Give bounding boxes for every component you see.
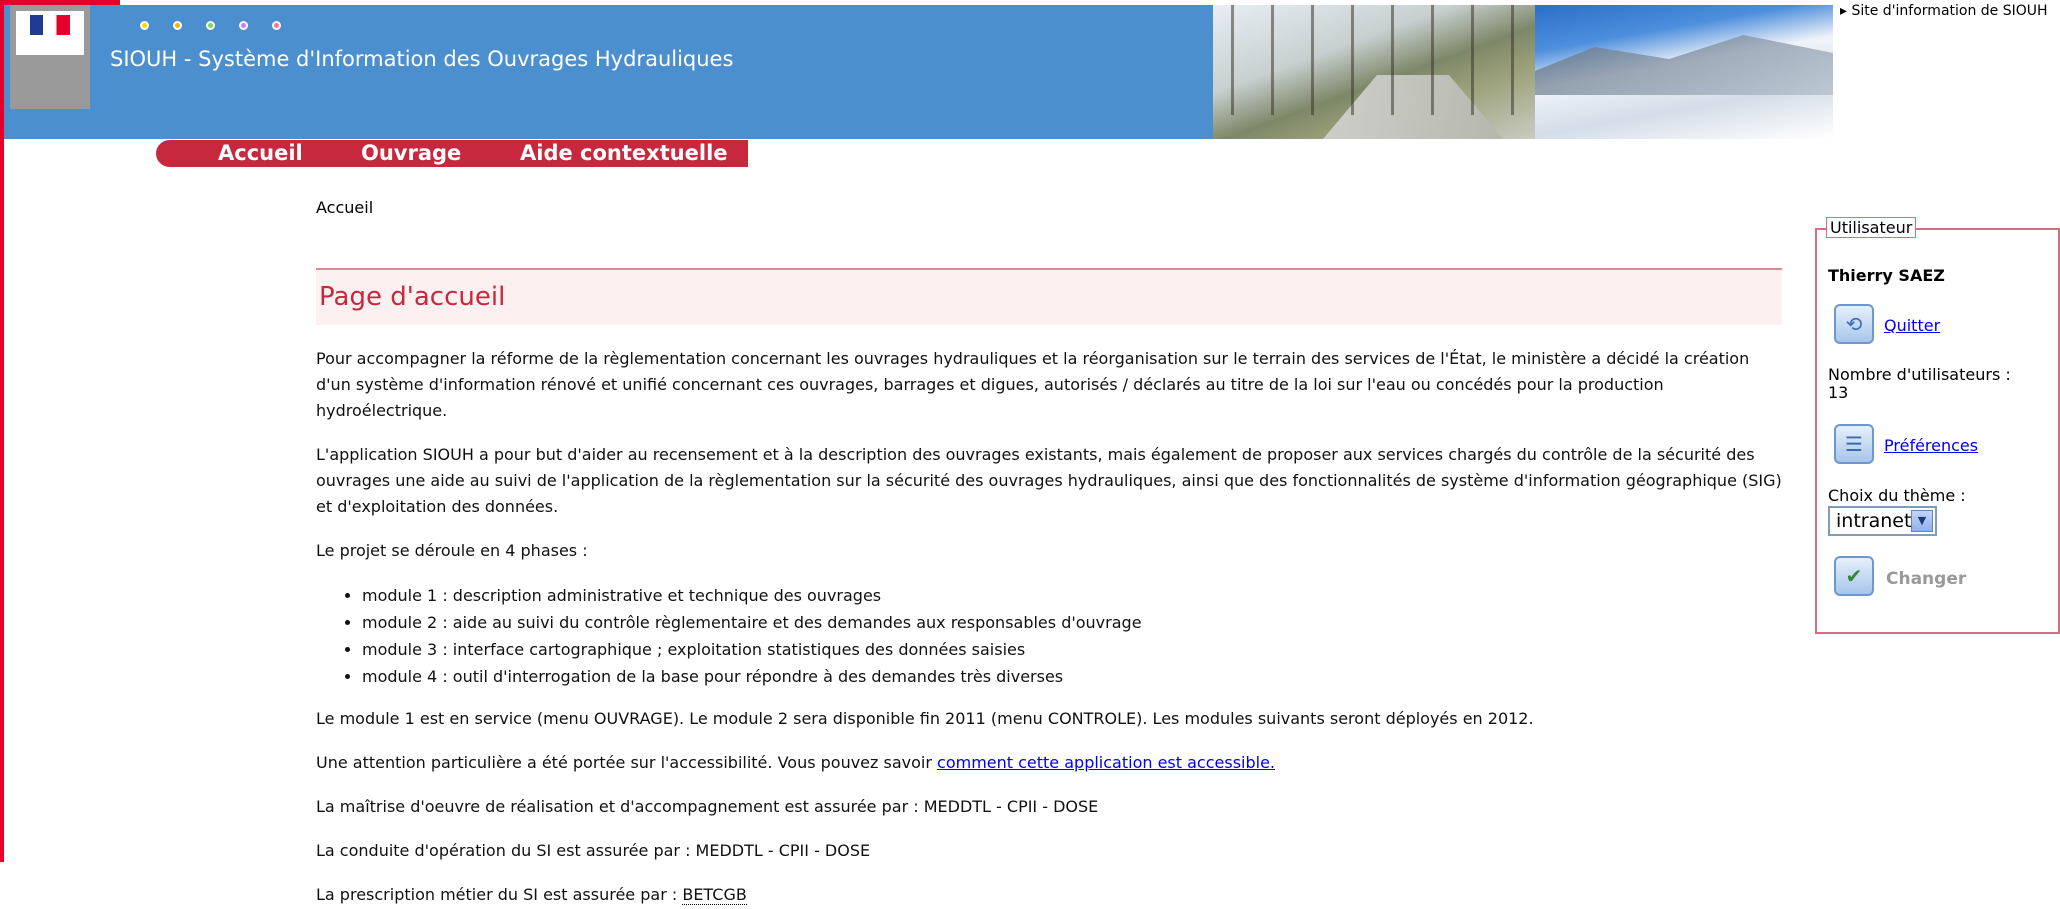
main-content: Pour accompagner la réforme de la règlem… xyxy=(316,346,1786,909)
user-panel-legend: Utilisateur xyxy=(1826,217,1917,238)
dot-icon xyxy=(206,21,215,30)
dot-icon xyxy=(173,21,182,30)
operation-paragraph: La conduite d'opération du SI est assuré… xyxy=(316,841,871,860)
accessibility-link[interactable]: comment cette application est accessible… xyxy=(937,753,1275,772)
moe-paragraph: La maîtrise d'oeuvre de réalisation et d… xyxy=(316,797,1099,816)
breadcrumb: Accueil xyxy=(316,198,374,217)
dot-icon xyxy=(140,21,149,30)
list-item: module 4 : outil d'interrogation de la b… xyxy=(362,663,1786,690)
nav-aide-contextuelle[interactable]: Aide contextuelle xyxy=(520,141,728,165)
app-title: SIOUH - Système d'Information des Ouvrag… xyxy=(110,47,734,71)
nav-ouvrage[interactable]: Ouvrage xyxy=(361,141,461,165)
flag-icon xyxy=(30,15,70,35)
phases-paragraph: Le projet se déroule en 4 phases : xyxy=(316,541,588,560)
user-name: Thierry SAEZ xyxy=(1828,266,1945,285)
header-photo-dam xyxy=(1535,5,1833,139)
users-count-label: Nombre d'utilisateurs : xyxy=(1828,365,2011,384)
betcgb-abbr: BETCGB xyxy=(682,885,747,905)
change-theme-icon[interactable]: ✔ xyxy=(1834,556,1874,596)
theme-label: Choix du thème : xyxy=(1828,486,1966,505)
users-count: Nombre d'utilisateurs :13 xyxy=(1828,366,2056,402)
prescription-text: La prescription métier du SI est assurée… xyxy=(316,885,683,904)
quit-link[interactable]: Quitter xyxy=(1884,316,1940,335)
header-photo-canal xyxy=(1213,5,1535,139)
status-paragraph: Le module 1 est en service (menu OUVRAGE… xyxy=(316,709,1534,728)
preferences-icon[interactable]: ☰ xyxy=(1834,424,1874,464)
accessibility-text: Une attention particulière a été portée … xyxy=(316,753,938,772)
quit-icon[interactable]: ⟲ xyxy=(1834,304,1874,344)
prescription-paragraph: La prescription métier du SI est assurée… xyxy=(316,882,1786,908)
modules-list: module 1 : description administrative et… xyxy=(362,582,1786,690)
dot-icon xyxy=(272,21,281,30)
chevron-down-icon[interactable]: ▼ xyxy=(1911,510,1933,532)
theme-select-value: intranet xyxy=(1836,510,1912,532)
page-heading-box: Page d'accueil xyxy=(316,268,1782,325)
list-item: module 3 : interface cartographique ; ex… xyxy=(362,636,1786,663)
intro-paragraph: Pour accompagner la réforme de la règlem… xyxy=(316,349,1750,420)
page-title: Page d'accueil xyxy=(319,282,506,312)
list-item: module 1 : description administrative et… xyxy=(362,582,1786,609)
site-header: SIOUH - Système d'Information des Ouvrag… xyxy=(4,5,1213,139)
dot-icon xyxy=(239,21,248,30)
change-theme-button[interactable]: Changer xyxy=(1886,569,1966,589)
nav-accueil[interactable]: Accueil xyxy=(218,141,303,165)
header-dots xyxy=(140,15,305,34)
logo-emblem xyxy=(16,11,84,55)
site-info-note: ▸ Site d'information de SIOUH xyxy=(1840,3,2048,19)
list-item: module 2 : aide au suivi du contrôle règ… xyxy=(362,609,1786,636)
purpose-paragraph: L'application SIOUH a pour but d'aider a… xyxy=(316,445,1782,516)
accessibility-paragraph: Une attention particulière a été portée … xyxy=(316,750,1786,776)
preferences-link[interactable]: Préférences xyxy=(1884,436,1978,455)
republique-logo xyxy=(10,5,90,109)
main-nav: Accueil Ouvrage Aide contextuelle xyxy=(156,140,748,167)
theme-select[interactable]: intranet ▼ xyxy=(1828,506,1937,536)
users-count-value: 13 xyxy=(1828,383,1849,402)
